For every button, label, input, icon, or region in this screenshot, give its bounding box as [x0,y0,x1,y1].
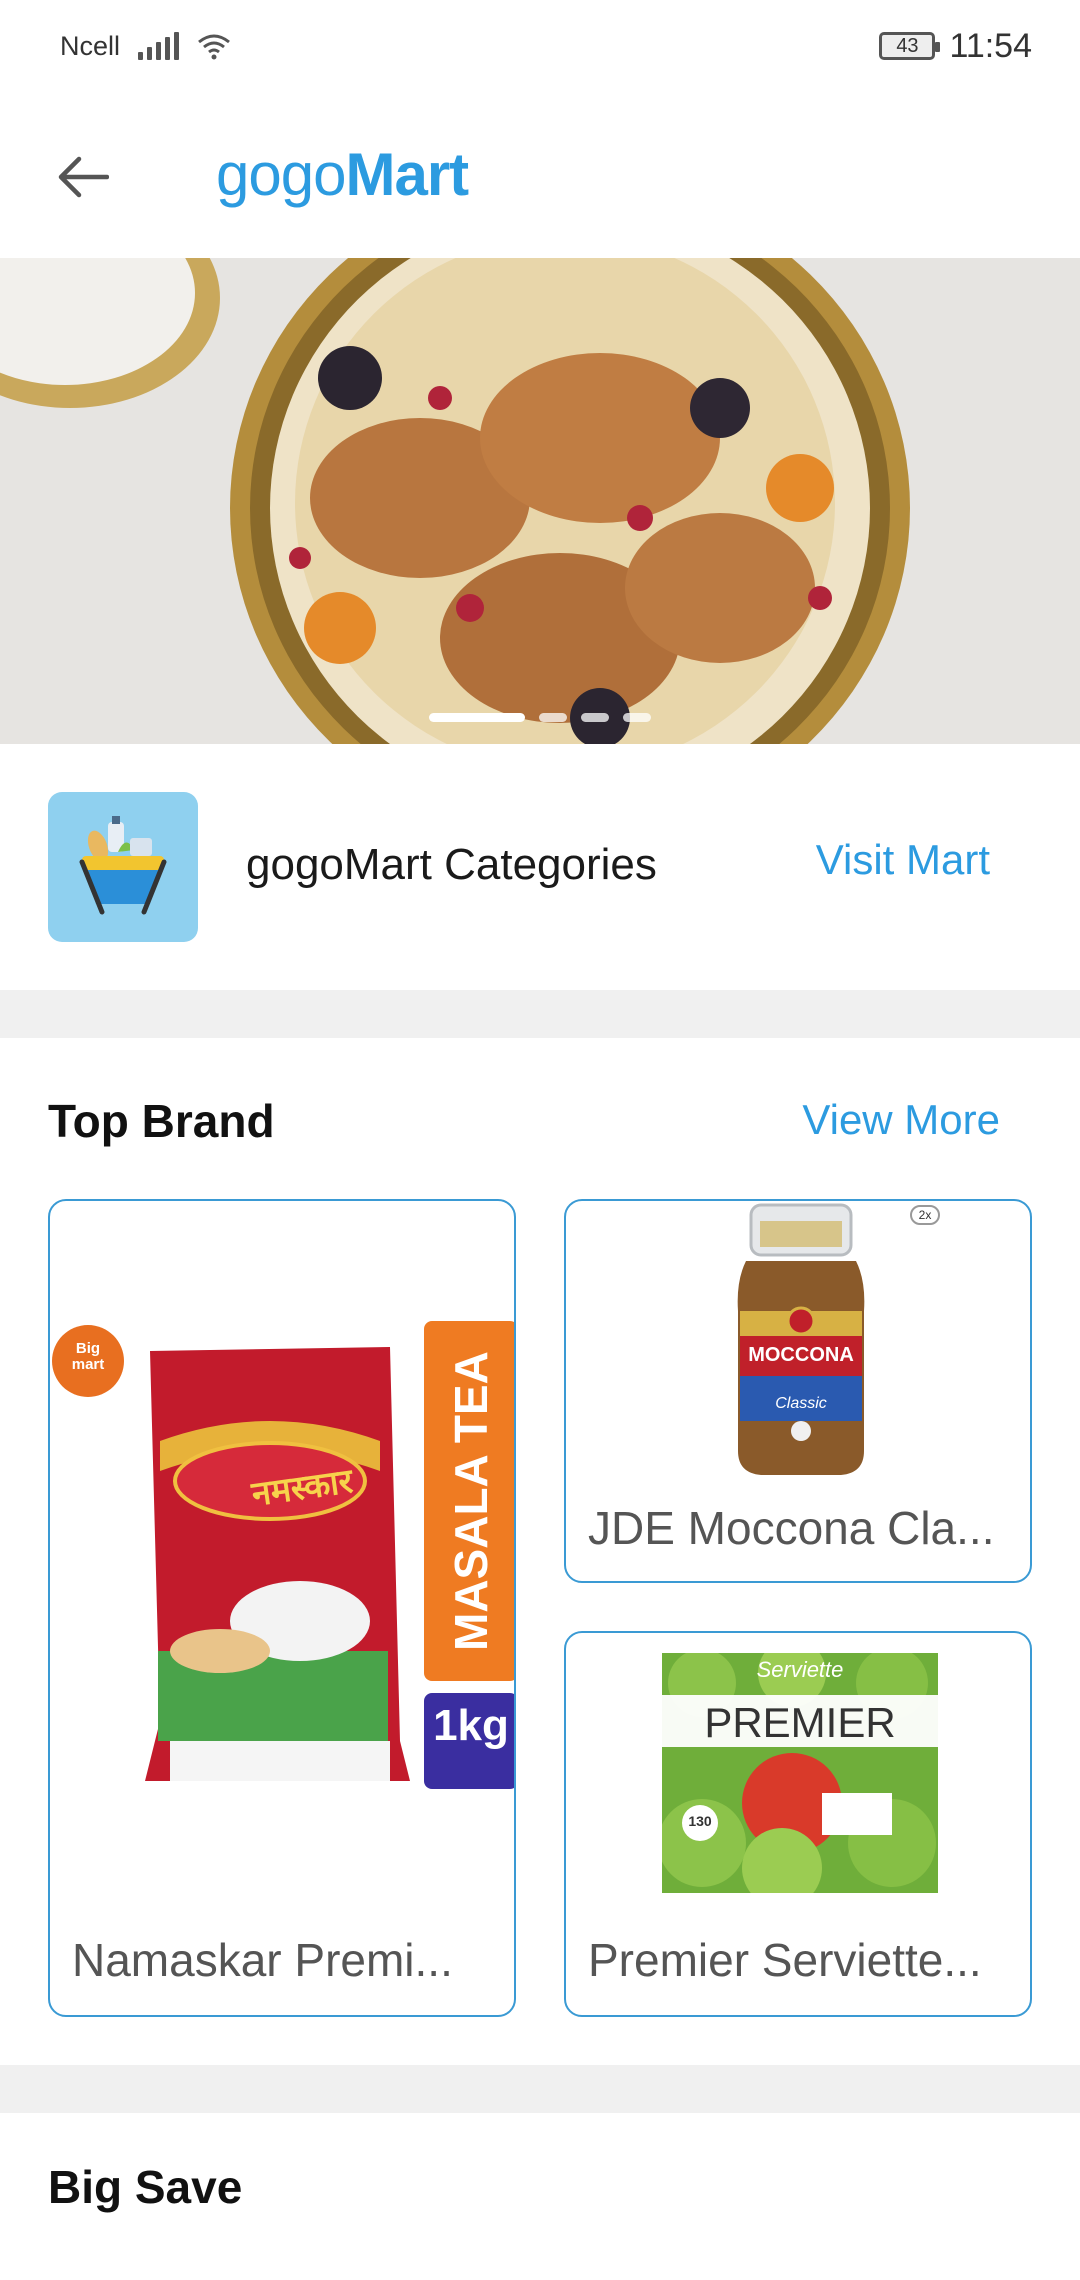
view-more-link[interactable]: View More [802,1096,1000,1144]
pack-brand-label: PREMIER [704,1699,896,1746]
carousel-indicator [0,713,1080,722]
page-title: gogoMart [216,140,469,209]
clock: 11:54 [949,26,1032,65]
carousel-dot-active[interactable] [429,713,525,722]
status-left: Ncell [60,31,231,62]
basket-icon[interactable] [48,792,198,942]
big-save-title: Big Save [48,2161,243,2213]
promo-banner[interactable] [0,258,1080,744]
back-button[interactable] [48,142,118,212]
categories-row: gogoMart Categories Visit Mart [0,744,1080,990]
product-name: Premier Serviette... [588,1934,982,1986]
status-bar: Ncell 43 11:54 [0,0,1080,92]
jar-brand-label: MOCCONA [748,1344,854,1366]
side-label: MASALA TEA [445,1351,497,1651]
battery-level: 43 [896,34,919,57]
corner-badge: 2x [910,1205,940,1225]
carousel-dot[interactable] [581,713,609,722]
jar-sub-label: Classic [775,1395,827,1412]
section-divider [0,2065,1080,2113]
arrow-left-icon [58,156,109,198]
battery-icon: 43 [879,32,941,60]
app-bar: gogoMart [0,92,1080,258]
weight-label: 1kg [433,1701,509,1750]
categories-title: gogoMart Categories [246,840,657,889]
basket-illustration [79,816,167,915]
product-card-premier[interactable]: Serviette PREMIER 130 Premier Serviette.… [564,1631,1032,2017]
title-part-1: gogo [216,141,346,208]
product-name: Namaskar Premi... [72,1934,453,1986]
banner-image [0,258,1080,744]
pack-count: 130 [688,1813,712,1829]
status-right: 43 11:54 [879,27,1032,66]
product-card-moccona[interactable]: 2x MOCCONA Classic JDE Moccona Cla... [564,1199,1032,1583]
carrier-name: Ncell [60,30,121,61]
carousel-dot[interactable] [539,713,567,722]
top-brand-title: Top Brand [48,1095,275,1147]
section-divider [0,990,1080,1038]
signal-icon [138,32,180,60]
wifi-icon [198,34,230,60]
store-badge: Big mart [71,1340,105,1373]
product-card-namaskar[interactable]: Big mart नमस्कार MASALA TEA 1kg Namaskar… [48,1199,516,2017]
pack-top-label: Serviette [756,1657,844,1682]
product-image-premier [662,1653,938,1893]
product-name: JDE Moccona Cla... [588,1502,995,1554]
visit-mart-link[interactable]: Visit Mart [816,836,990,884]
carousel-dot[interactable] [623,713,651,722]
product-image-moccona [737,1203,865,1475]
title-part-2: Mart [345,141,469,208]
